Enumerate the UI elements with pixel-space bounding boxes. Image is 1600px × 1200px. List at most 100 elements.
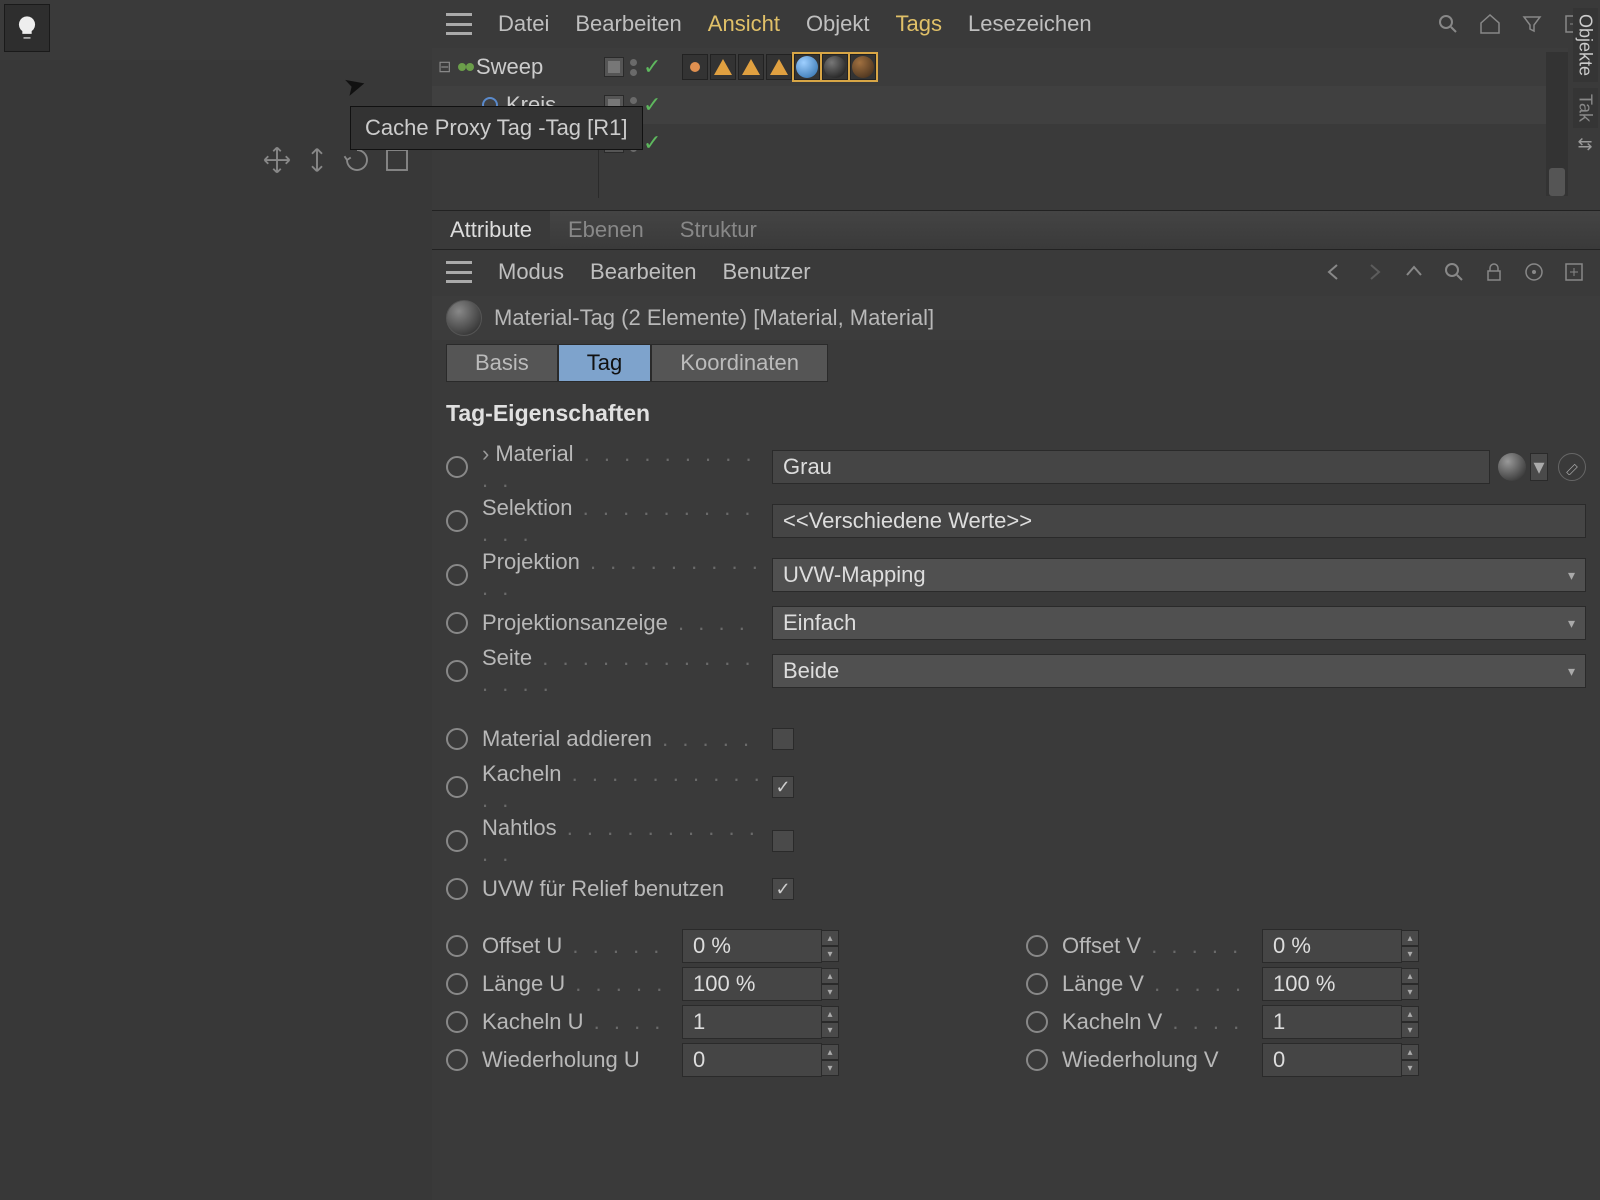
tile-checkbox[interactable]: ✓ — [772, 776, 794, 798]
keyframe-dot[interactable] — [1026, 973, 1048, 995]
side-dropdown[interactable]: Beide▾ — [772, 654, 1586, 688]
up-icon[interactable] — [1402, 260, 1426, 284]
keyframe-dot[interactable] — [446, 510, 468, 532]
offset-v-input[interactable]: 0 % — [1262, 929, 1402, 963]
visibility-dots[interactable] — [630, 59, 637, 76]
menu-ansicht[interactable]: Ansicht — [708, 11, 780, 37]
search-icon[interactable] — [1442, 260, 1466, 284]
attr-modus[interactable]: Modus — [498, 259, 564, 285]
spinner-buttons[interactable]: ▴▾ — [821, 930, 839, 962]
material-preview-icon[interactable] — [1498, 453, 1526, 481]
tab-struktur[interactable]: Struktur — [662, 211, 775, 249]
spinner-buttons[interactable]: ▴▾ — [1401, 968, 1419, 1000]
tag-material-dark[interactable] — [822, 54, 848, 80]
enable-check-icon[interactable]: ✓ — [643, 92, 661, 118]
prop-material-add: Material addieren . . . . . — [446, 719, 1586, 759]
spinner-buttons[interactable]: ▴▾ — [1401, 1006, 1419, 1038]
spinner-buttons[interactable]: ▴▾ — [821, 1044, 839, 1076]
hierarchy-row-sweep[interactable]: ⊟ Sweep ✓ — [432, 48, 1568, 86]
tag-material-blue[interactable] — [794, 54, 820, 80]
repeat-v-input[interactable]: 0 — [1262, 1043, 1402, 1077]
target-icon[interactable] — [1522, 260, 1546, 284]
lock-icon[interactable] — [1482, 260, 1506, 284]
search-icon[interactable] — [1436, 12, 1460, 36]
keyframe-dot[interactable] — [446, 830, 468, 852]
home-icon[interactable] — [1478, 12, 1502, 36]
keyframe-dot[interactable] — [446, 1049, 468, 1071]
tag-point[interactable] — [682, 54, 708, 80]
attr-benutzer[interactable]: Benutzer — [722, 259, 810, 285]
enable-check-icon[interactable]: ✓ — [643, 130, 661, 156]
selection-field[interactable]: <<Verschiedene Werte>> — [772, 504, 1586, 538]
keyframe-dot[interactable] — [446, 456, 468, 478]
object-name[interactable]: Sweep — [476, 54, 543, 80]
keyframe-dot[interactable] — [446, 612, 468, 634]
keyframe-dot[interactable] — [446, 1011, 468, 1033]
keyframe-dot[interactable] — [446, 660, 468, 682]
tag-cache3[interactable] — [766, 54, 792, 80]
keyframe-dot[interactable] — [446, 728, 468, 750]
keyframe-dot[interactable] — [446, 878, 468, 900]
menu-lesezeichen[interactable]: Lesezeichen — [968, 11, 1092, 37]
material-add-checkbox[interactable] — [772, 728, 794, 750]
hierarchy-scrollbar[interactable] — [1546, 52, 1568, 196]
move-icon[interactable] — [262, 145, 292, 175]
keyframe-dot[interactable] — [1026, 1011, 1048, 1033]
material-picker-icon[interactable] — [1558, 453, 1586, 481]
repeat-u-input[interactable]: 0 — [682, 1043, 822, 1077]
tag-cache1[interactable] — [710, 54, 736, 80]
hamburger-icon[interactable] — [446, 13, 472, 35]
tag-cache2[interactable] — [738, 54, 764, 80]
keyframe-dot[interactable] — [1026, 935, 1048, 957]
attr-bearbeiten[interactable]: Bearbeiten — [590, 259, 696, 285]
subtab-koordinaten[interactable]: Koordinaten — [651, 344, 828, 382]
tab-ebenen[interactable]: Ebenen — [550, 211, 662, 249]
hint-box[interactable] — [4, 4, 50, 52]
tile-u-input[interactable]: 1 — [682, 1005, 822, 1039]
menu-tags[interactable]: Tags — [896, 11, 942, 37]
seamless-checkbox[interactable] — [772, 830, 794, 852]
spinner-buttons[interactable]: ▴▾ — [1401, 930, 1419, 962]
subtab-basis[interactable]: Basis — [446, 344, 558, 382]
updown-icon[interactable] — [302, 145, 332, 175]
prop-tile-u: Kacheln U . . . . 1▴▾ — [446, 1005, 1006, 1039]
subtab-tag[interactable]: Tag — [558, 344, 651, 382]
menu-bearbeiten[interactable]: Bearbeiten — [575, 11, 681, 37]
spinner-buttons[interactable]: ▴▾ — [1401, 1044, 1419, 1076]
offset-u-input[interactable]: 0 % — [682, 929, 822, 963]
uvw-relief-checkbox[interactable]: ✓ — [772, 878, 794, 900]
enable-check-icon[interactable]: ✓ — [643, 54, 661, 80]
tag-material-brown[interactable] — [850, 54, 876, 80]
keyframe-dot[interactable] — [446, 776, 468, 798]
keyframe-dot[interactable] — [446, 935, 468, 957]
projection-dropdown[interactable]: UVW-Mapping▾ — [772, 558, 1586, 592]
layer-toggle[interactable] — [604, 57, 624, 77]
expand-toggle-icon[interactable]: ⊟ — [438, 57, 456, 77]
hamburger-icon[interactable] — [446, 261, 472, 283]
prop-length-v: Länge V . . . . . 100 %▴▾ — [1026, 967, 1586, 1001]
proj-display-dropdown[interactable]: Einfach▾ — [772, 606, 1586, 640]
vtab-toggle-icon[interactable]: ⇆ — [1577, 134, 1592, 155]
vtab-objects[interactable]: Objekte — [1573, 8, 1598, 82]
vtab-takes[interactable]: Tak — [1573, 88, 1598, 128]
filter-icon[interactable] — [1520, 12, 1544, 36]
viewport[interactable] — [0, 60, 432, 1200]
spinner-buttons[interactable]: ▴▾ — [821, 1006, 839, 1038]
tile-v-input[interactable]: 1 — [1262, 1005, 1402, 1039]
add-icon[interactable] — [1562, 260, 1586, 284]
section-title: Tag-Eigenschaften — [446, 400, 1586, 427]
back-icon[interactable] — [1322, 260, 1346, 284]
spinner-buttons[interactable]: ▴▾ — [821, 968, 839, 1000]
keyframe-dot[interactable] — [1026, 1049, 1048, 1071]
tab-attribute[interactable]: Attribute — [432, 211, 550, 249]
length-v-input[interactable]: 100 % — [1262, 967, 1402, 1001]
prop-material: ›Material . . . . . . . . . . . Grau ▾ — [446, 441, 1586, 493]
lightbulb-icon — [13, 14, 41, 42]
keyframe-dot[interactable] — [446, 973, 468, 995]
material-dropdown-icon[interactable]: ▾ — [1530, 453, 1548, 481]
keyframe-dot[interactable] — [446, 564, 468, 586]
menu-objekt[interactable]: Objekt — [806, 11, 870, 37]
menu-datei[interactable]: Datei — [498, 11, 549, 37]
material-field[interactable]: Grau — [772, 450, 1490, 484]
length-u-input[interactable]: 100 % — [682, 967, 822, 1001]
